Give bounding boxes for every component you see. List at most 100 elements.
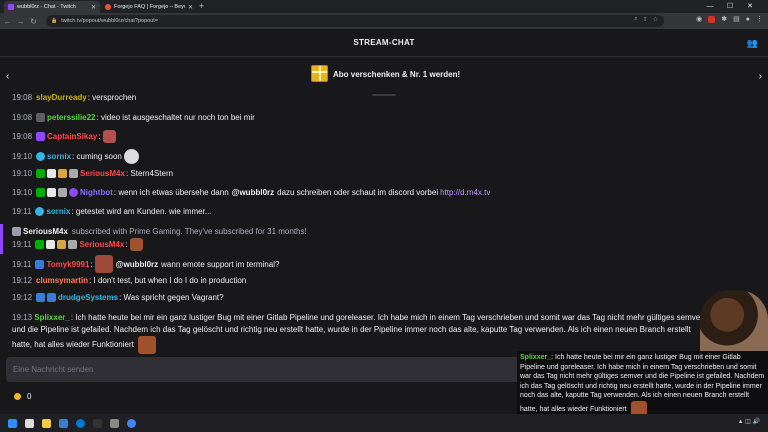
chat-message: 19:11 Tomyk9991 : @wubbl0rz wann emote s… [12, 255, 279, 273]
taskview-icon[interactable] [25, 418, 34, 428]
chat-message: 19:10 SeriousM4x : Stern4Stern [12, 168, 173, 179]
gift-icon [311, 65, 328, 82]
username[interactable]: sornix [47, 151, 71, 162]
chat-message: 19:08 CaptainSikay : [12, 130, 116, 143]
username[interactable]: drudgeSystems [58, 292, 118, 303]
message-text: : versprochen [87, 93, 137, 102]
message-text: dazu schreiben oder schaut im discord vo… [277, 188, 439, 197]
address-bar[interactable]: 🔒 twitch.tv/popout/wubbl0rz/chat?popout=… [46, 15, 664, 27]
app-icon[interactable] [59, 418, 68, 428]
sub-badge-icon [35, 259, 45, 269]
username[interactable]: CaptainSikay [47, 131, 97, 142]
browser-tab-strip: wubbl0rz - Chat - Twitch ✕ Forgejo FAQ |… [0, 0, 768, 13]
emote[interactable] [94, 255, 113, 273]
menu-kebab-icon[interactable]: ⋮ [756, 15, 763, 23]
message-text: : Stern4Stern [125, 169, 174, 178]
chat-header: STREAM-CHAT 👥 [0, 29, 768, 57]
close-tab-icon[interactable]: ✕ [91, 4, 96, 11]
username[interactable]: SeriousM4x [80, 168, 125, 179]
terminal-icon[interactable] [93, 418, 102, 428]
message-link[interactable]: http://d.m4x.tv [440, 187, 490, 198]
message-text: : getestet wird am Kunden. wie immer... [71, 207, 212, 216]
window-controls: — ☐ ✕ [700, 0, 760, 13]
username[interactable]: Tomyk9991 [46, 259, 89, 270]
close-window-icon[interactable]: ✕ [740, 0, 760, 13]
close-tab-icon[interactable]: ✕ [188, 4, 193, 11]
chevron-left-icon[interactable]: ‹ [6, 71, 9, 82]
edge-icon[interactable] [76, 418, 85, 428]
extension-icon[interactable]: ◉ [696, 15, 702, 23]
message-text: : [90, 259, 93, 269]
chat-title: STREAM-CHAT [353, 38, 415, 47]
username[interactable]: slayDurready [36, 93, 87, 103]
banner-text: Abo verschenken & Nr. 1 werden! [333, 70, 461, 79]
message-text: : wenn ich etwas übersehe dann [113, 188, 229, 197]
emote[interactable] [129, 238, 143, 251]
twitch-favicon-icon [8, 4, 14, 10]
username[interactable]: peterssilie22 [47, 112, 95, 123]
chat-message: 19:11 SeriousM4x : [12, 238, 143, 251]
chat-input[interactable] [13, 365, 493, 374]
mention[interactable]: @wubbl0rz [116, 259, 158, 270]
tab-title: wubbl0rz - Chat - Twitch [17, 4, 76, 10]
back-icon[interactable]: ← [2, 17, 13, 26]
timestamp: 19:11 [12, 259, 32, 269]
maximize-icon[interactable]: ☐ [720, 0, 740, 13]
new-tab-icon[interactable]: + [199, 1, 204, 11]
chat-message-list[interactable]: 19:08 slayDurready : versprochen 19:08 p… [0, 93, 768, 355]
username[interactable]: sornix [46, 206, 70, 217]
chevron-right-icon[interactable]: › [759, 71, 762, 82]
emote[interactable] [102, 130, 116, 143]
browser-tab-twitch[interactable]: wubbl0rz - Chat - Twitch ✕ [4, 1, 100, 13]
start-menu-icon[interactable] [8, 418, 17, 428]
reload-icon[interactable]: ↻ [28, 17, 39, 26]
timestamp: 19:11 [12, 240, 32, 249]
username[interactable]: SeriousM4x [79, 239, 124, 250]
sub-badge-icon [69, 169, 79, 178]
file-explorer-icon[interactable] [42, 418, 51, 428]
mention[interactable]: @wubbl0rz [232, 187, 274, 198]
no-audio-badge-icon [36, 113, 46, 122]
chrome-icon[interactable] [127, 418, 136, 428]
username[interactable]: Splixxer_ [34, 313, 70, 322]
overlay-username: Splixxer_ [520, 354, 552, 361]
forward-icon[interactable]: → [15, 17, 26, 26]
username[interactable]: Nightbot [80, 187, 113, 198]
emote[interactable] [138, 336, 157, 354]
username[interactable]: SeriousM4x [23, 226, 68, 237]
share-icon[interactable]: ⇪ [643, 16, 648, 23]
emote[interactable] [123, 149, 139, 164]
app-icon[interactable] [110, 418, 119, 428]
browser-tab-forgejo[interactable]: Forgejo FAQ | Forgejo – Beyond ✕ [101, 1, 197, 13]
bits-badge-icon [58, 169, 68, 178]
message-text: : [98, 132, 101, 141]
gift-sub-banner[interactable]: ‹ Abo verschenken & Nr. 1 werden! › [0, 57, 768, 98]
prime-badge-icon [46, 240, 56, 249]
chat-message: 19:11 sornix : getestet wird am Kunden. … [12, 206, 212, 217]
user-list-icon[interactable]: 👥 [746, 39, 758, 48]
chat-message: 19:10 sornix : cuming soon [12, 149, 139, 164]
zoom-icon[interactable]: ⌕ [634, 16, 637, 23]
extensions-puzzle-icon[interactable]: ✱ [721, 15, 727, 23]
verified-badge-icon [35, 240, 45, 249]
bot-badge-icon [69, 188, 79, 197]
sub-badge-icon [36, 293, 46, 302]
timestamp: 19:10 [12, 169, 33, 178]
sub-badge-icon [68, 240, 78, 249]
prime-badge-icon [47, 188, 57, 197]
profile-icon[interactable]: ● [746, 16, 750, 23]
chat-message: 19:12 drudgeSystems : Was spricht gegen … [12, 292, 224, 303]
minimize-icon[interactable]: — [700, 0, 720, 13]
prime-badge-icon [47, 169, 57, 178]
sidebar-icon[interactable]: ▤ [733, 15, 740, 23]
username[interactable]: clumsymartin [36, 275, 88, 286]
extension-red-icon[interactable] [708, 15, 716, 23]
prime-badge-icon [47, 293, 57, 302]
chat-message: 19:13 Splixxer_: Ich hatte heute bei mir… [12, 312, 712, 354]
os-taskbar: ▲ ◫ 🔊 [0, 414, 768, 432]
bookmark-star-icon[interactable]: ☆ [653, 16, 658, 23]
channel-points[interactable]: 0 [14, 392, 31, 401]
gear-badge-icon [35, 207, 45, 216]
address-bar-icons: ⌕ ⇪ ☆ [634, 16, 658, 23]
system-tray[interactable]: ▲ ◫ 🔊 [738, 418, 760, 425]
